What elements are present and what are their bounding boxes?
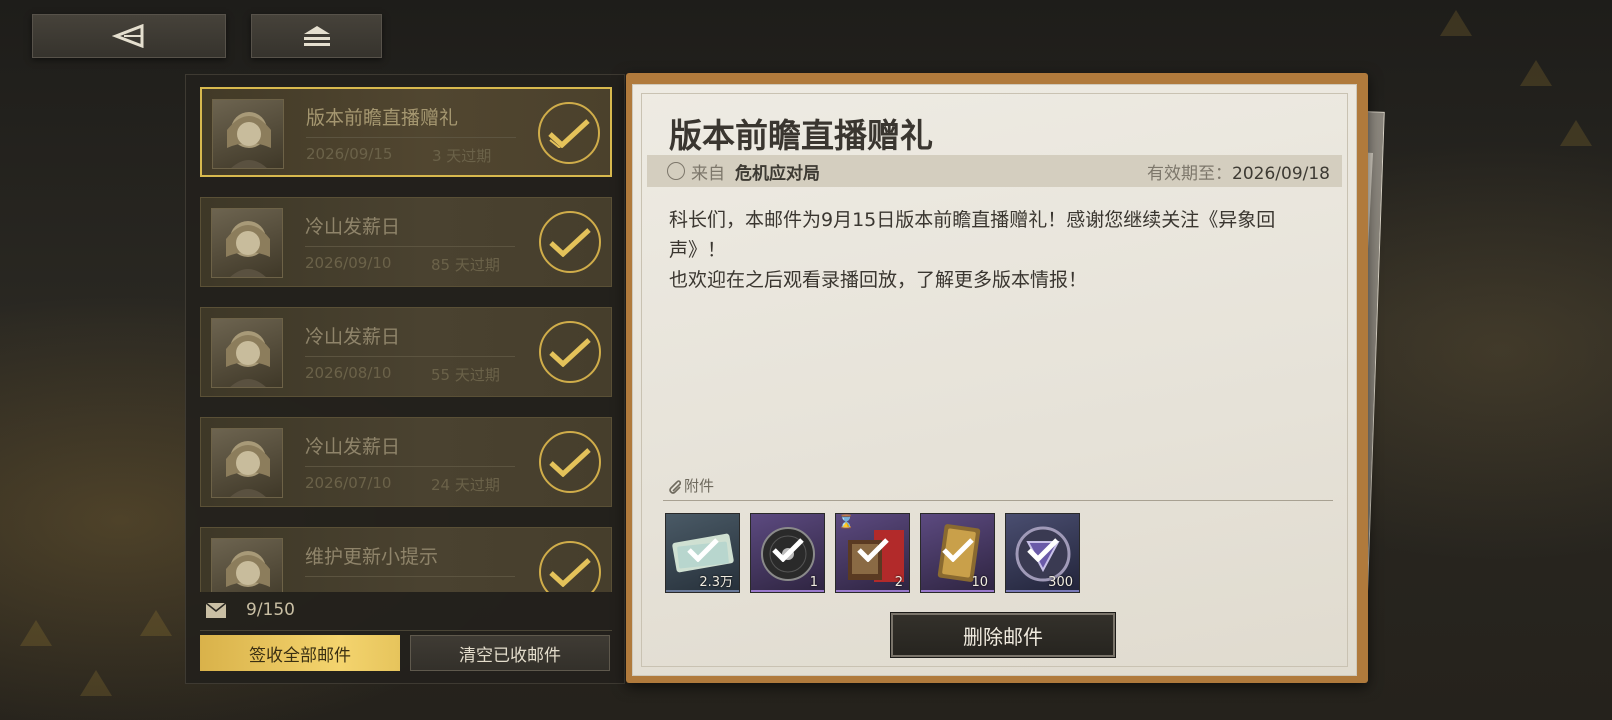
reward-card-pack[interactable]: 10 — [920, 513, 995, 593]
sender-bar: 来自 危机应对局 有效期至：2026/09/18 — [647, 155, 1342, 187]
mail-title: 冷山发薪日 — [305, 326, 401, 348]
mail-item[interactable]: 版本前瞻直播赠礼 2026/09/15 3 天过期 — [200, 87, 612, 177]
mail-item[interactable]: 冷山发薪日 2026/07/10 24 天过期 — [200, 417, 612, 507]
mailbox-count-row: 9/150 — [200, 595, 612, 631]
envelope-icon — [206, 603, 226, 618]
sender-label: 来自 — [691, 163, 725, 184]
mailbox-count: 9/150 — [246, 600, 295, 620]
reward-book-bundle[interactable]: ⌛ 2 — [835, 513, 910, 593]
divider — [200, 630, 612, 631]
back-triangle-icon — [112, 24, 144, 48]
decor-triangle — [140, 610, 172, 636]
mail-date: 2026/07/10 — [305, 474, 392, 492]
divider — [305, 246, 515, 247]
claimed-check-icon — [539, 431, 601, 493]
sender-avatar — [211, 538, 283, 592]
claimed-check-icon — [942, 538, 974, 562]
divider — [663, 500, 1333, 501]
decor-triangle — [1440, 10, 1472, 36]
sender-avatar — [211, 428, 283, 498]
home-button[interactable] — [251, 14, 382, 58]
reward-count: 2 — [894, 575, 903, 590]
mail-date: 2026/09/15 — [306, 145, 393, 163]
divider — [305, 466, 515, 467]
mail-list-panel: 版本前瞻直播赠礼 2026/09/15 3 天过期 冷山发薪日 2026/09/… — [185, 74, 625, 684]
mail-body: 科长们，本邮件为9月15日版本前瞻直播赠礼！感谢您继续关注《异象回声》！ 也欢迎… — [669, 205, 1329, 295]
reward-count: 10 — [971, 575, 988, 590]
clear-claimed-button[interactable]: 清空已收邮件 — [410, 635, 610, 671]
sender-avatar — [212, 99, 284, 169]
mail-title: 冷山发薪日 — [305, 436, 401, 458]
decor-triangle — [1560, 120, 1592, 146]
mail-title: 维护更新小提示 — [305, 546, 439, 568]
attachment-label: 附件 — [684, 477, 715, 495]
mail-detail-panel: 版本前瞻直播赠礼 来自 危机应对局 有效期至：2026/09/18 科长们，本邮… — [632, 84, 1357, 676]
claimed-check-icon — [687, 538, 719, 562]
claimed-check-icon — [857, 538, 889, 562]
mail-item[interactable]: 维护更新小提示 — [200, 527, 612, 592]
attachment-header: 附件 — [667, 475, 714, 496]
mail-expire: 3 天过期 — [432, 147, 492, 165]
mail-date: 2026/08/10 — [305, 364, 392, 382]
reward-count: 300 — [1048, 575, 1073, 590]
sender-avatar — [211, 318, 283, 388]
mail-item[interactable]: 冷山发薪日 2026/09/10 85 天过期 — [200, 197, 612, 287]
claimed-check-icon — [539, 541, 601, 592]
sender-name: 危机应对局 — [735, 163, 820, 184]
decor-triangle — [80, 670, 112, 696]
expiry: 有效期至：2026/09/18 — [1147, 159, 1330, 184]
claimed-check-icon — [1027, 538, 1059, 562]
mail-title: 冷山发薪日 — [305, 216, 401, 238]
home-stack-icon — [303, 26, 330, 46]
mail-list[interactable]: 版本前瞻直播赠礼 2026/09/15 3 天过期 冷山发薪日 2026/09/… — [200, 87, 612, 592]
reward-record-disc[interactable]: 1 — [750, 513, 825, 593]
mail-body-line: 也欢迎在之后观看录播回放，了解更多版本情报！ — [669, 269, 1088, 291]
divider — [306, 137, 516, 138]
delete-mail-button[interactable]: 删除邮件 — [890, 612, 1116, 658]
claimed-check-icon — [539, 211, 601, 273]
decor-triangle — [20, 620, 52, 646]
mail-item[interactable]: 冷山发薪日 2026/08/10 55 天过期 — [200, 307, 612, 397]
back-button[interactable] — [32, 14, 226, 58]
reward-count: 1 — [809, 575, 818, 590]
reward-count: 2.3万 — [699, 575, 733, 590]
divider — [305, 576, 515, 577]
mail-expire: 55 天过期 — [431, 366, 500, 384]
claimed-check-icon — [772, 538, 804, 562]
claim-all-button[interactable]: 签收全部邮件 — [200, 635, 400, 671]
mail-date: 2026/09/10 — [305, 254, 392, 272]
reward-emblem[interactable]: 300 — [1005, 513, 1080, 593]
mail-title: 版本前瞻直播赠礼 — [306, 107, 459, 129]
expiry-label: 有效期至： — [1147, 163, 1233, 184]
mail-body-line: 科长们，本邮件为9月15日版本前瞻直播赠礼！感谢您继续关注《异象回声》！ — [669, 209, 1276, 261]
claimed-check-icon — [538, 102, 600, 164]
reward-ticket[interactable]: 2.3万 — [665, 513, 740, 593]
hourglass-icon: ⌛ — [838, 515, 855, 530]
claimed-check-icon — [539, 321, 601, 383]
divider — [305, 356, 515, 357]
expiry-date: 2026/09/18 — [1232, 163, 1330, 184]
sender-avatar — [211, 208, 283, 278]
mail-expire: 85 天过期 — [431, 256, 500, 274]
mail-expire: 24 天过期 — [431, 476, 500, 494]
decor-triangle — [1520, 60, 1552, 86]
mail-detail-title: 版本前瞻直播赠礼 — [669, 116, 933, 155]
paperclip-icon — [669, 479, 681, 494]
user-icon — [667, 162, 685, 180]
